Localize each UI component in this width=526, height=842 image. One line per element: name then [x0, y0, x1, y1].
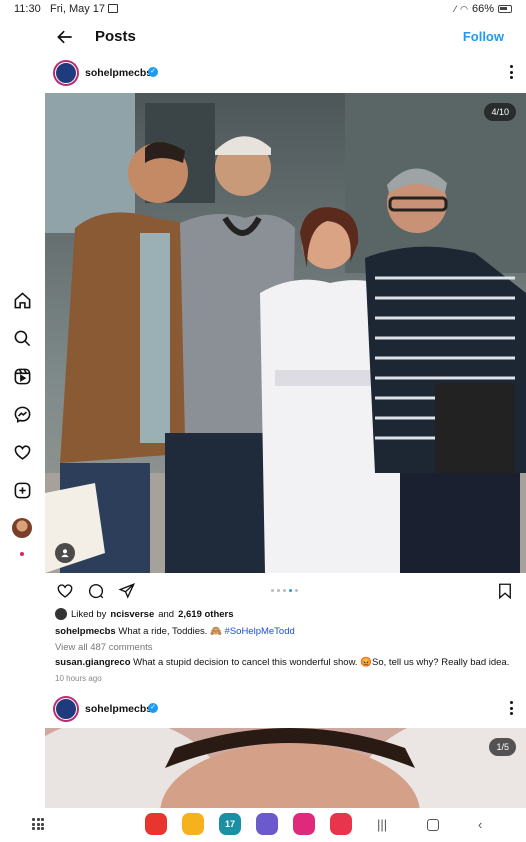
- files-app[interactable]: [182, 813, 204, 835]
- carousel-dot: [277, 589, 280, 592]
- status-date: Fri, May 17: [50, 3, 106, 15]
- caption: sohelpmecbs What a ride, Toddies. 🙈 #SoH…: [55, 626, 295, 637]
- save-bookmark-icon[interactable]: [496, 582, 514, 600]
- post-photo-2[interactable]: 1/5: [45, 728, 526, 808]
- caption-hashtag[interactable]: #SoHelpMeTodd: [225, 626, 295, 637]
- wifi-icon: ◠: [460, 3, 468, 14]
- likes-count[interactable]: 2,619 others: [178, 609, 233, 620]
- carousel-dot: [289, 589, 292, 592]
- photo-illustration: [45, 93, 526, 573]
- post-timestamp: 10 hours ago: [55, 674, 102, 683]
- carousel-dot: [283, 589, 286, 592]
- status-bar: 11:30 Fri, May 17 ⁄ ◠ 66%: [0, 0, 526, 18]
- profile-picture-inner-2: [55, 698, 77, 720]
- comment-text: What a stupid decision to cancel this wo…: [133, 657, 510, 668]
- status-time: 11:30: [14, 3, 41, 15]
- comment-icon[interactable]: [87, 582, 105, 600]
- comment-username[interactable]: susan.giangreco: [55, 657, 131, 668]
- camera-app[interactable]: [330, 813, 352, 835]
- share-icon[interactable]: [118, 582, 136, 600]
- liked-by-prefix: Liked by: [71, 608, 107, 620]
- post-photo[interactable]: 4/10: [45, 93, 526, 573]
- post-actions: [45, 579, 526, 603]
- calendar-app[interactable]: 17: [219, 813, 241, 835]
- search-icon[interactable]: [12, 328, 32, 348]
- verified-badge-icon: ✓: [148, 67, 158, 77]
- home-icon[interactable]: [12, 290, 32, 310]
- photo-counter: 4/10: [484, 103, 516, 121]
- reels-icon[interactable]: [12, 366, 32, 386]
- create-icon[interactable]: [12, 480, 32, 500]
- comment: susan.giangreco What a stupid decision t…: [55, 657, 520, 668]
- post-header-2: sohelpmecbs ✓: [45, 693, 526, 727]
- photo-counter-2: 1/5: [489, 738, 516, 756]
- liker-avatar: [55, 608, 67, 620]
- status-right: ⁄ ◠ 66%: [455, 3, 512, 15]
- mute-icon: ⁄: [454, 4, 457, 14]
- heart-icon[interactable]: [12, 442, 32, 462]
- verified-badge-icon-2: ✓: [148, 703, 158, 713]
- app-drawer-icon[interactable]: [32, 818, 44, 830]
- likes-line: Liked by ncisverse and 2,619 others: [55, 608, 234, 620]
- more-options-icon-2[interactable]: [510, 701, 514, 715]
- post-header: sohelpmecbs ✓: [45, 57, 526, 91]
- battery-percent: 66%: [471, 3, 494, 15]
- liked-by-user[interactable]: ncisverse: [110, 609, 154, 620]
- avatar: [12, 518, 32, 538]
- nav-rail: [0, 18, 45, 808]
- taskbar: 17 ||| ‹: [0, 808, 526, 842]
- post-username-2[interactable]: sohelpmecbs: [85, 703, 152, 715]
- photo-illustration-2: [45, 728, 526, 808]
- profile-avatar[interactable]: [12, 518, 32, 538]
- carousel-dot: [295, 589, 298, 592]
- page-title: Posts: [95, 28, 136, 45]
- caption-username[interactable]: sohelpmecbs: [55, 626, 116, 637]
- gallery-notification-icon: [108, 4, 118, 13]
- battery-icon: [498, 5, 512, 13]
- flower-app[interactable]: [293, 813, 315, 835]
- tagged-people-icon[interactable]: [55, 543, 75, 563]
- view-all-comments-link[interactable]: View all 487 comments: [55, 642, 153, 653]
- notification-dot: [20, 552, 24, 556]
- carousel-dots: [271, 589, 298, 592]
- posts-header: Posts Follow: [45, 18, 526, 56]
- recents-icon[interactable]: |||: [377, 817, 387, 832]
- profile-picture[interactable]: [53, 60, 79, 86]
- more-options-icon[interactable]: [510, 65, 514, 79]
- home-button-icon[interactable]: [427, 819, 439, 831]
- flipboard-app[interactable]: [145, 813, 167, 835]
- profile-picture-inner: [55, 62, 77, 84]
- messenger-icon[interactable]: [12, 404, 32, 424]
- post-username[interactable]: sohelpmecbs: [85, 67, 152, 79]
- caption-text: What a ride, Toddies. 🙈: [118, 626, 222, 637]
- back-icon[interactable]: ‹: [478, 817, 482, 832]
- liked-by-and: and: [158, 608, 175, 620]
- follow-button[interactable]: Follow: [463, 29, 504, 44]
- carousel-dot: [271, 589, 274, 592]
- back-arrow-icon[interactable]: [55, 27, 75, 47]
- profile-picture-2[interactable]: [53, 696, 79, 722]
- like-heart-icon[interactable]: [56, 582, 74, 600]
- browser-app[interactable]: [256, 813, 278, 835]
